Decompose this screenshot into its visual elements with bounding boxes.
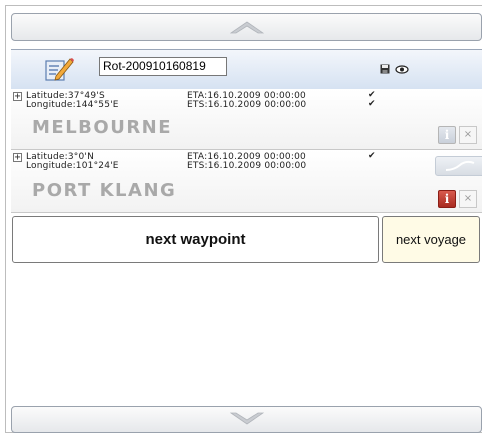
- chevron-down-icon: [229, 412, 264, 425]
- eye-icon[interactable]: [395, 65, 409, 74]
- city-name: PORT KLANG: [32, 180, 177, 201]
- info-button[interactable]: i: [438, 126, 456, 144]
- route-path-icon: [445, 160, 475, 171]
- longitude-label: Longitude:101°24'E: [26, 161, 119, 171]
- remove-waypoint-button[interactable]: ×: [459, 190, 477, 208]
- next-waypoint-button[interactable]: next waypoint: [12, 216, 379, 263]
- scroll-up-button[interactable]: [11, 13, 482, 41]
- save-icon[interactable]: [380, 64, 390, 74]
- remove-waypoint-button[interactable]: ×: [459, 126, 477, 144]
- edit-note-icon[interactable]: [44, 55, 74, 83]
- info-button[interactable]: i: [438, 190, 456, 208]
- expand-toggle[interactable]: +: [13, 153, 22, 163]
- expand-toggle[interactable]: +: [13, 92, 22, 102]
- city-name: MELBOURNE: [32, 117, 173, 138]
- waypoint-row-port-klang[interactable]: + Latitude:3°0'N Longitude:101°24'E ETA:…: [11, 150, 482, 213]
- route-name-field[interactable]: Rot-200910160819: [99, 57, 227, 76]
- next-voyage-button[interactable]: next voyage: [382, 216, 480, 263]
- eta-check-icon: ✔: [368, 151, 376, 161]
- ets-check-icon: ✔: [368, 99, 376, 109]
- route-segment-button[interactable]: [435, 156, 482, 176]
- ets-label: ETS:16.10.2009 00:00:00: [187, 100, 307, 110]
- waypoint-row-melbourne[interactable]: + Latitude:37°49'S Longitude:144°55'E ET…: [11, 89, 482, 150]
- scroll-down-button[interactable]: [11, 406, 482, 433]
- chevron-up-icon: [229, 21, 264, 34]
- longitude-label: Longitude:144°55'E: [26, 100, 119, 110]
- route-header: Rot-200910160819: [11, 49, 482, 89]
- ets-label: ETS:16.10.2009 00:00:00: [187, 161, 307, 171]
